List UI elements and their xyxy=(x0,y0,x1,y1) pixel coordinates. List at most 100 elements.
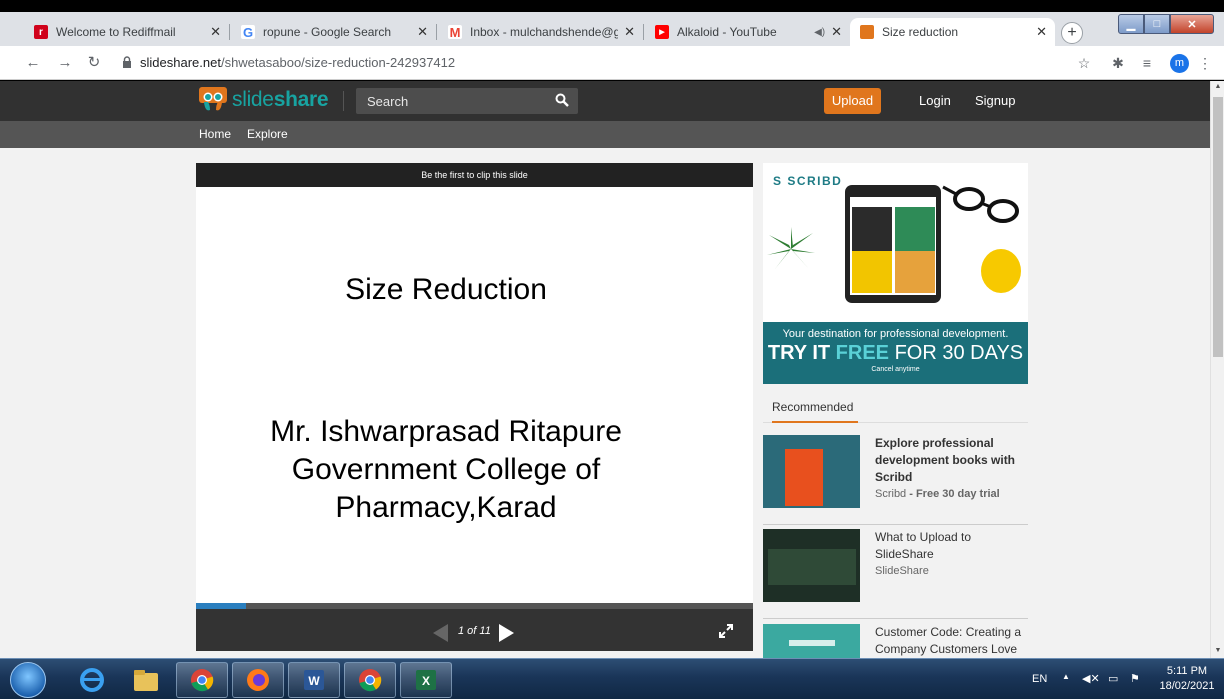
recommended-text: What to Upload to SlideShare SlideShare xyxy=(875,529,1025,580)
fullscreen-icon[interactable] xyxy=(718,623,734,639)
clock[interactable]: 5:11 PM 18/02/2021 xyxy=(1159,664,1215,694)
clock-time: 5:11 PM xyxy=(1166,665,1208,677)
slide-author-line: Pharmacy,Karad xyxy=(335,491,557,524)
scroll-down-icon[interactable]: ▼ xyxy=(1211,647,1224,654)
profile-avatar[interactable]: m xyxy=(1170,54,1189,73)
scroll-up-icon[interactable]: ▲ xyxy=(1211,83,1224,90)
slide-canvas[interactable]: Size Reduction Mr. Ishwarprasad Ritapure… xyxy=(196,187,753,603)
coffee-cup-illustration xyxy=(981,249,1021,293)
next-slide-icon[interactable] xyxy=(499,624,514,642)
tab-youtube[interactable]: ▶ Alkaloid - YouTube ◀) ✕ xyxy=(645,18,850,46)
excel-taskbar-icon[interactable]: X xyxy=(400,662,452,698)
tab-title: ropune - Google Search xyxy=(263,25,392,39)
google-icon: G xyxy=(241,24,255,40)
thumbnail-graphic xyxy=(789,640,835,646)
ad-cancel-note: Cancel anytime xyxy=(871,366,920,373)
clock-date: 18/02/2021 xyxy=(1159,680,1215,692)
tab-rediffmail[interactable]: r Welcome to Rediffmail ✕ xyxy=(24,18,230,46)
slide-title: Size Reduction xyxy=(345,273,547,306)
recommended-title: What to Upload to SlideShare xyxy=(875,530,972,561)
plant-illustration xyxy=(767,227,815,269)
player-controls: 1 of 11 xyxy=(196,609,753,651)
browser-toolbar: ← → ↻ slideshare.net/shwetasaboo/size-re… xyxy=(0,46,1224,80)
reload-icon[interactable]: ↻ xyxy=(84,53,104,73)
recommended-header: Recommended xyxy=(763,395,1028,423)
slideshare-logo-icon xyxy=(198,86,228,114)
url-host: slideshare.net xyxy=(140,55,221,70)
recommended-title: Explore professional development books w… xyxy=(875,436,1016,484)
menu-dots-icon[interactable]: ⋮ xyxy=(1196,54,1214,72)
book-cover xyxy=(895,207,935,252)
close-tab-icon[interactable]: ✕ xyxy=(831,24,842,40)
slideshare-logo[interactable]: slideshare xyxy=(198,86,329,114)
recommended-thumbnail xyxy=(763,529,860,602)
tab-title: Alkaloid - YouTube xyxy=(677,25,777,39)
lock-icon[interactable] xyxy=(122,56,132,71)
recommended-item[interactable]: Customer Code: Creating a Company Custom… xyxy=(763,624,1028,658)
login-link[interactable]: Login xyxy=(919,93,951,108)
back-arrow-icon[interactable]: ← xyxy=(23,53,43,73)
close-tab-icon[interactable]: ✕ xyxy=(624,24,635,40)
maximize-button[interactable]: □ xyxy=(1144,14,1170,34)
scrollbar-thumb[interactable] xyxy=(1213,97,1223,357)
media-control-icon[interactable]: ≡ xyxy=(1138,54,1156,72)
recommended-text: Customer Code: Creating a Company Custom… xyxy=(875,624,1025,658)
scribd-ad[interactable]: S SCRIBD Your destination for profession… xyxy=(763,163,1028,384)
youtube-icon: ▶ xyxy=(655,25,669,39)
recommended-text: Explore professional development books w… xyxy=(875,435,1025,503)
chrome-taskbar-icon[interactable] xyxy=(176,662,228,698)
page-viewport: slideshare Search Upload Login Signup Ho… xyxy=(0,81,1210,658)
page-scrollbar[interactable]: ▲ ▼ xyxy=(1210,81,1224,658)
close-tab-icon[interactable]: ✕ xyxy=(210,24,221,40)
firefox-taskbar-icon[interactable] xyxy=(232,662,284,698)
search-placeholder: Search xyxy=(367,94,409,109)
recommended-item[interactable]: What to Upload to SlideShare SlideShare xyxy=(763,529,1028,619)
recommended-item[interactable]: Explore professional development books w… xyxy=(763,435,1028,525)
language-indicator[interactable]: EN xyxy=(1032,673,1047,685)
show-hidden-icons-icon[interactable]: ▲ xyxy=(1062,672,1070,681)
close-window-button[interactable]: ✕ xyxy=(1170,14,1214,34)
word-taskbar-icon[interactable]: W xyxy=(288,662,340,698)
slide-author-line: Mr. Ishwarprasad Ritapure xyxy=(270,415,622,448)
search-input[interactable]: Search xyxy=(356,88,578,114)
start-button[interactable] xyxy=(10,662,46,698)
recommended-tab[interactable]: Recommended xyxy=(772,400,858,423)
nav-home[interactable]: Home xyxy=(199,127,231,141)
logo-wordmark: slideshare xyxy=(232,88,329,111)
internet-explorer-icon[interactable] xyxy=(66,662,118,698)
forward-arrow-icon[interactable]: → xyxy=(55,53,75,73)
volume-muted-icon[interactable]: ◀✕ xyxy=(1082,672,1100,685)
audio-playing-icon: ◀) xyxy=(814,26,826,38)
signup-link[interactable]: Signup xyxy=(975,93,1015,108)
svg-text:W: W xyxy=(308,674,320,688)
tab-gmail-inbox[interactable]: M Inbox - mulchandshende@gmai ✕ xyxy=(438,18,644,46)
file-explorer-icon[interactable] xyxy=(120,662,172,698)
slide-author-block: Mr. Ishwarprasad Ritapure Government Col… xyxy=(196,413,696,527)
nav-explore[interactable]: Explore xyxy=(247,127,288,141)
address-bar[interactable]: slideshare.net/shwetasaboo/size-reductio… xyxy=(140,55,455,70)
network-icon[interactable]: ▭ xyxy=(1108,672,1118,685)
action-center-flag-icon[interactable]: ⚑ xyxy=(1130,672,1140,685)
tablet-screen xyxy=(850,197,936,295)
minimize-button[interactable]: ▁ xyxy=(1118,14,1144,34)
glasses-illustration xyxy=(942,185,1019,223)
tab-google-search[interactable]: G ropune - Google Search ✕ xyxy=(231,18,437,46)
extensions-puzzle-icon[interactable]: ✱ xyxy=(1109,54,1127,72)
close-tab-icon[interactable]: ✕ xyxy=(417,24,428,40)
book-cover xyxy=(852,251,892,293)
browser-tab-strip: r Welcome to Rediffmail ✕ G ropune - Goo… xyxy=(0,0,1224,46)
new-tab-button[interactable]: + xyxy=(1061,22,1083,44)
tab-title: Inbox - mulchandshende@gmai xyxy=(470,25,619,39)
clip-slide-bar[interactable]: Be the first to clip this slide xyxy=(196,163,753,187)
tab-size-reduction[interactable]: Size reduction ✕ xyxy=(850,18,1055,46)
chrome-taskbar-icon-2[interactable] xyxy=(344,662,396,698)
gmail-icon: M xyxy=(448,24,462,40)
upload-button[interactable]: Upload xyxy=(824,88,881,114)
url-path: /shwetasaboo/size-reduction-242937412 xyxy=(220,55,456,70)
previous-slide-icon[interactable] xyxy=(433,624,448,642)
book-cover xyxy=(895,251,935,293)
book-cover xyxy=(852,207,892,252)
search-icon[interactable] xyxy=(555,93,569,107)
close-tab-icon[interactable]: ✕ xyxy=(1036,24,1047,40)
bookmark-star-icon[interactable]: ☆ xyxy=(1075,54,1093,72)
